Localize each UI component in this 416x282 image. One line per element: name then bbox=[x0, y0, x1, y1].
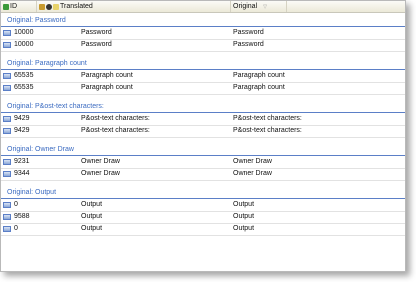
table-row[interactable]: 0 Output Output bbox=[1, 224, 405, 236]
table-row[interactable]: 65535 Paragraph count Paragraph count bbox=[1, 71, 405, 83]
column-translated-label: Translated bbox=[60, 3, 93, 10]
string-entry-icon bbox=[3, 128, 11, 134]
string-entry-icon bbox=[3, 214, 11, 220]
original-cell: Output bbox=[233, 225, 255, 232]
group-divider bbox=[1, 155, 405, 156]
string-entry-icon bbox=[3, 159, 11, 165]
group-header[interactable]: Original: Password bbox=[1, 16, 405, 27]
group-divider bbox=[1, 112, 405, 113]
translated-cell[interactable]: Output bbox=[81, 201, 102, 208]
translated-cell[interactable]: Paragraph count bbox=[81, 84, 133, 91]
group-title: Original: Password bbox=[7, 17, 66, 24]
group-divider bbox=[1, 69, 405, 70]
id-cell: 9344 bbox=[14, 170, 30, 177]
group-header[interactable]: Original: Paragraph count bbox=[1, 59, 405, 70]
translated-cell[interactable]: P&ost-text characters: bbox=[81, 115, 150, 122]
table-row[interactable]: 9429 P&ost-text characters: P&ost-text cha… bbox=[1, 126, 405, 138]
group-divider bbox=[1, 198, 405, 199]
table-row[interactable]: 65535 Paragraph count Paragraph count bbox=[1, 83, 405, 95]
id-cell: 9429 bbox=[14, 127, 30, 134]
original-cell: P&ost-text characters: bbox=[233, 127, 302, 134]
string-entry-icon bbox=[3, 30, 11, 36]
group-header[interactable]: Original: Output bbox=[1, 188, 405, 199]
translation-grid: ID Translated Original ▽ Original: Passw… bbox=[0, 0, 406, 272]
id-cell: 9429 bbox=[14, 115, 30, 122]
note-icon bbox=[53, 3, 59, 10]
id-cell: 10000 bbox=[14, 41, 34, 48]
id-cell: 10000 bbox=[14, 29, 34, 36]
string-entry-icon bbox=[3, 171, 11, 177]
string-entry-icon bbox=[3, 116, 11, 122]
group-divider bbox=[1, 26, 405, 27]
table-row[interactable]: 10000 Password Password bbox=[1, 28, 405, 40]
original-cell: Paragraph count bbox=[233, 84, 285, 91]
group-header[interactable]: Original: Owner Draw bbox=[1, 145, 405, 156]
column-header: ID Translated Original ▽ bbox=[1, 1, 405, 13]
eye-icon bbox=[46, 3, 52, 10]
table-row[interactable]: 0 Output Output bbox=[1, 200, 405, 212]
table-row[interactable]: 9588 Output Output bbox=[1, 212, 405, 224]
column-original[interactable]: Original ▽ bbox=[231, 1, 287, 12]
original-cell: Output bbox=[233, 213, 255, 220]
id-cell: 9231 bbox=[14, 158, 30, 165]
string-entry-icon bbox=[3, 73, 11, 79]
original-cell: Password bbox=[233, 41, 264, 48]
translated-cell[interactable]: Password bbox=[81, 29, 112, 36]
chevron-down-icon: ▽ bbox=[263, 3, 267, 10]
original-cell: Password bbox=[233, 29, 264, 36]
column-id-label: ID bbox=[10, 3, 17, 10]
table-row[interactable]: 9231 Owner Draw Owner Draw bbox=[1, 157, 405, 169]
group-title: Original: Output bbox=[7, 189, 57, 196]
translated-cell[interactable]: Output bbox=[81, 213, 102, 220]
original-cell: Owner Draw bbox=[233, 158, 272, 165]
translated-cell[interactable]: Paragraph count bbox=[81, 72, 133, 79]
string-entry-icon bbox=[3, 226, 11, 232]
translated-cell[interactable]: Owner Draw bbox=[81, 170, 120, 177]
column-translated[interactable]: Translated bbox=[37, 1, 231, 12]
string-entry-icon bbox=[3, 202, 11, 208]
id-cell: 0 bbox=[14, 225, 18, 232]
id-cell: 0 bbox=[14, 201, 18, 208]
original-cell: P&ost-text characters: bbox=[233, 115, 302, 122]
original-cell: Owner Draw bbox=[233, 170, 272, 177]
original-cell: Output bbox=[233, 201, 255, 208]
translated-cell[interactable]: Output bbox=[81, 225, 102, 232]
column-original-label: Original bbox=[233, 3, 258, 10]
id-cell: 65535 bbox=[14, 84, 34, 91]
string-entry-icon bbox=[3, 42, 11, 48]
status-icon bbox=[3, 3, 9, 10]
translated-cell[interactable]: Password bbox=[81, 41, 112, 48]
table-row[interactable]: 10000 Password Password bbox=[1, 40, 405, 52]
original-cell: Paragraph count bbox=[233, 72, 285, 79]
translated-cell[interactable]: P&ost-text characters: bbox=[81, 127, 150, 134]
group-title: Original: Owner Draw bbox=[7, 146, 74, 153]
group-header[interactable]: Original: P&ost-text characters: bbox=[1, 102, 405, 113]
table-row[interactable]: 9429 P&ost-text characters: P&ost-text cha… bbox=[1, 114, 405, 126]
translated-cell[interactable]: Owner Draw bbox=[81, 158, 120, 165]
group-title: Original: P&ost-text characters: bbox=[7, 103, 104, 110]
id-cell: 9588 bbox=[14, 213, 30, 220]
table-row[interactable]: 9344 Owner Draw Owner Draw bbox=[1, 169, 405, 181]
column-id[interactable]: ID bbox=[1, 1, 37, 12]
id-cell: 65535 bbox=[14, 72, 34, 79]
lock-icon bbox=[39, 3, 45, 10]
string-entry-icon bbox=[3, 85, 11, 91]
group-title: Original: Paragraph count bbox=[7, 60, 87, 67]
